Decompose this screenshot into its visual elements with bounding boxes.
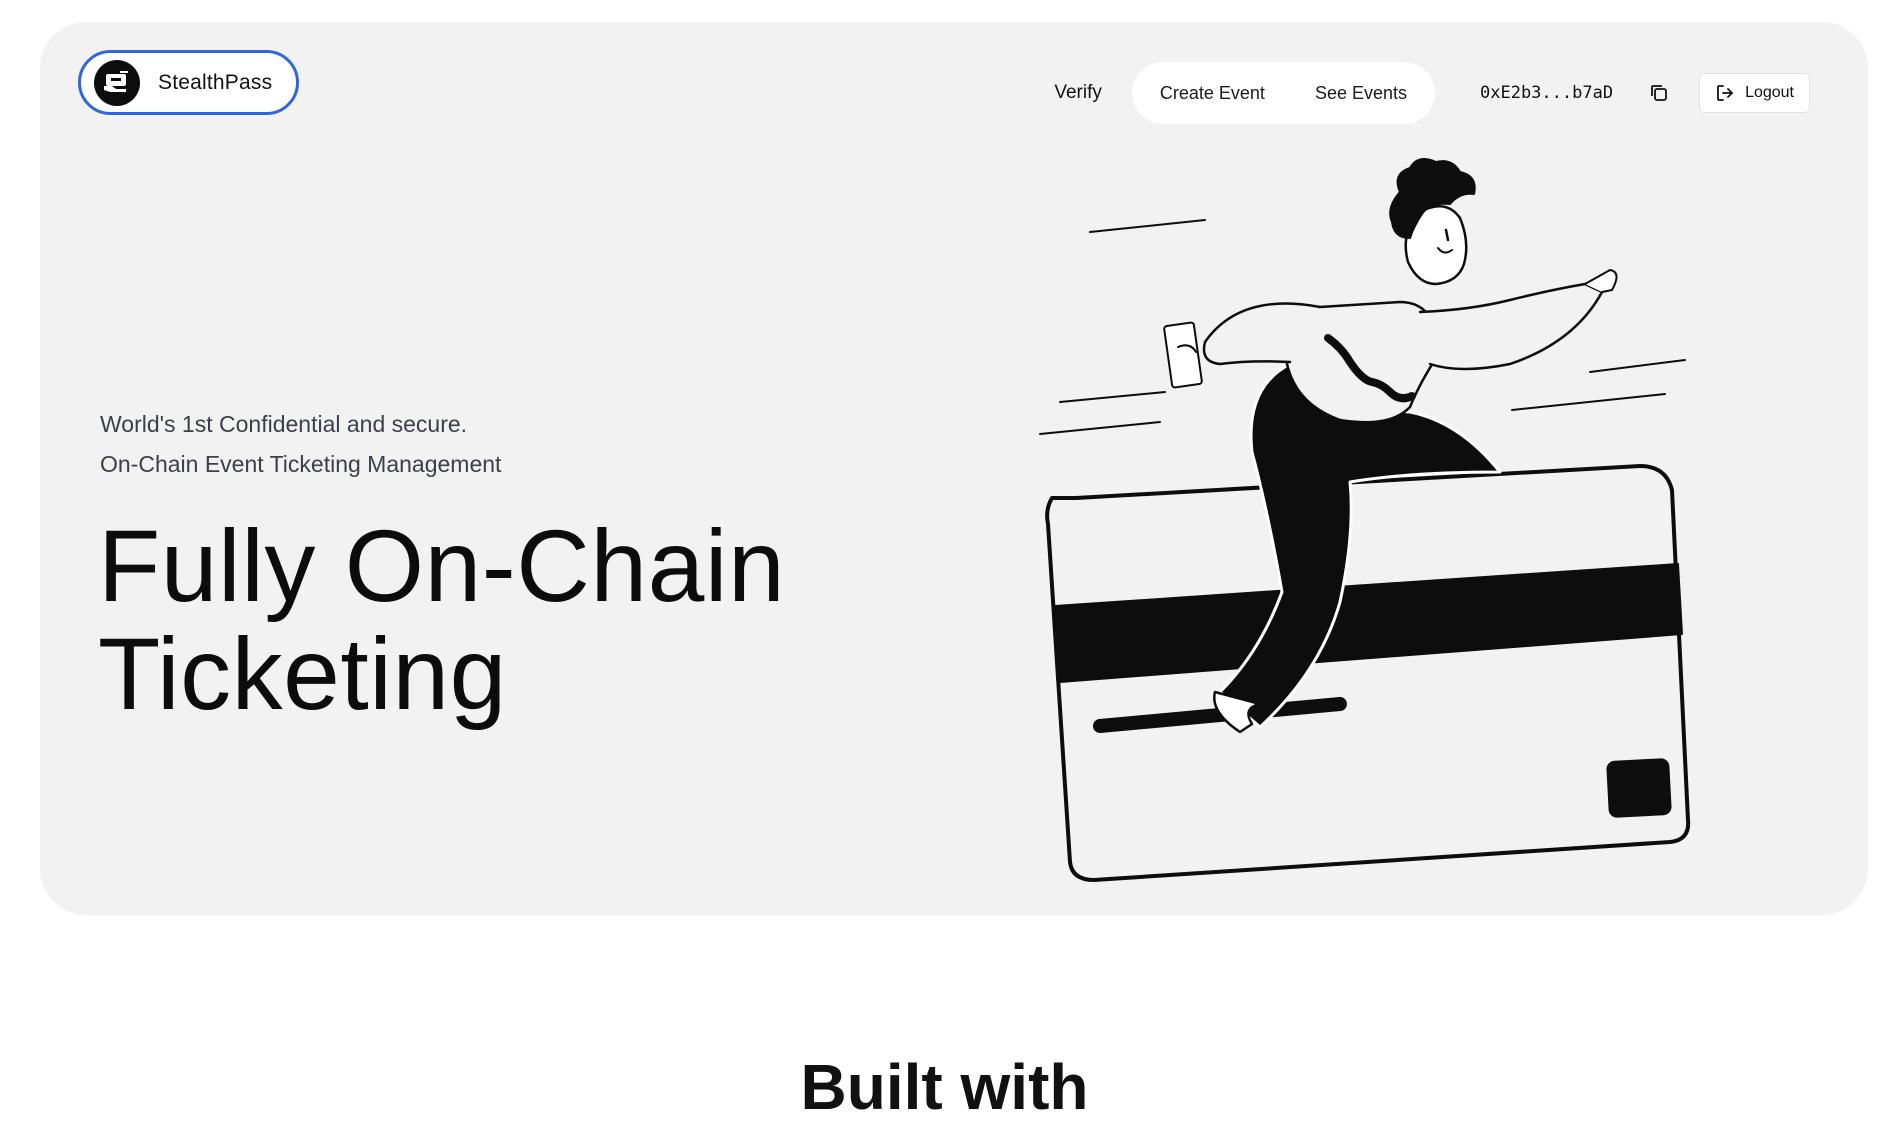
headline-line-1: Fully On-Chain (98, 509, 786, 623)
brand-logo-button[interactable]: StealthPass (78, 50, 299, 115)
logout-button[interactable]: Logout (1699, 73, 1810, 113)
person-jumping-over-card-illustration (990, 152, 1710, 892)
top-nav: Verify Create Event See Events 0xE2b3...… (1054, 62, 1810, 124)
headline-line-2: Ticketing (98, 617, 507, 731)
tagline-line-2: On-Chain Event Ticketing Management (100, 451, 502, 477)
copy-icon[interactable] (1647, 81, 1671, 105)
nav-pill-group: Create Event See Events (1131, 62, 1435, 124)
hero-headline: Fully On-Chain Ticketing (98, 512, 785, 728)
wallet-address: 0xE2b3...b7aD (1480, 83, 1614, 103)
ticket-hand-icon (94, 59, 140, 106)
hero-tagline: World's 1st Confidential and secure. On-… (100, 404, 501, 484)
logout-label: Logout (1745, 84, 1794, 101)
logout-arrow-icon (1717, 85, 1733, 101)
brand-name: StealthPass (158, 70, 273, 94)
nav-verify-link[interactable]: Verify (1054, 82, 1102, 104)
nav-create-event-link[interactable]: Create Event (1160, 83, 1265, 104)
next-section-title: Built with (800, 1051, 1089, 1123)
hero-section: StealthPass Verify Create Event See Even… (40, 22, 1868, 915)
tagline-line-1: World's 1st Confidential and secure. (100, 411, 468, 437)
nav-see-events-link[interactable]: See Events (1315, 83, 1407, 104)
